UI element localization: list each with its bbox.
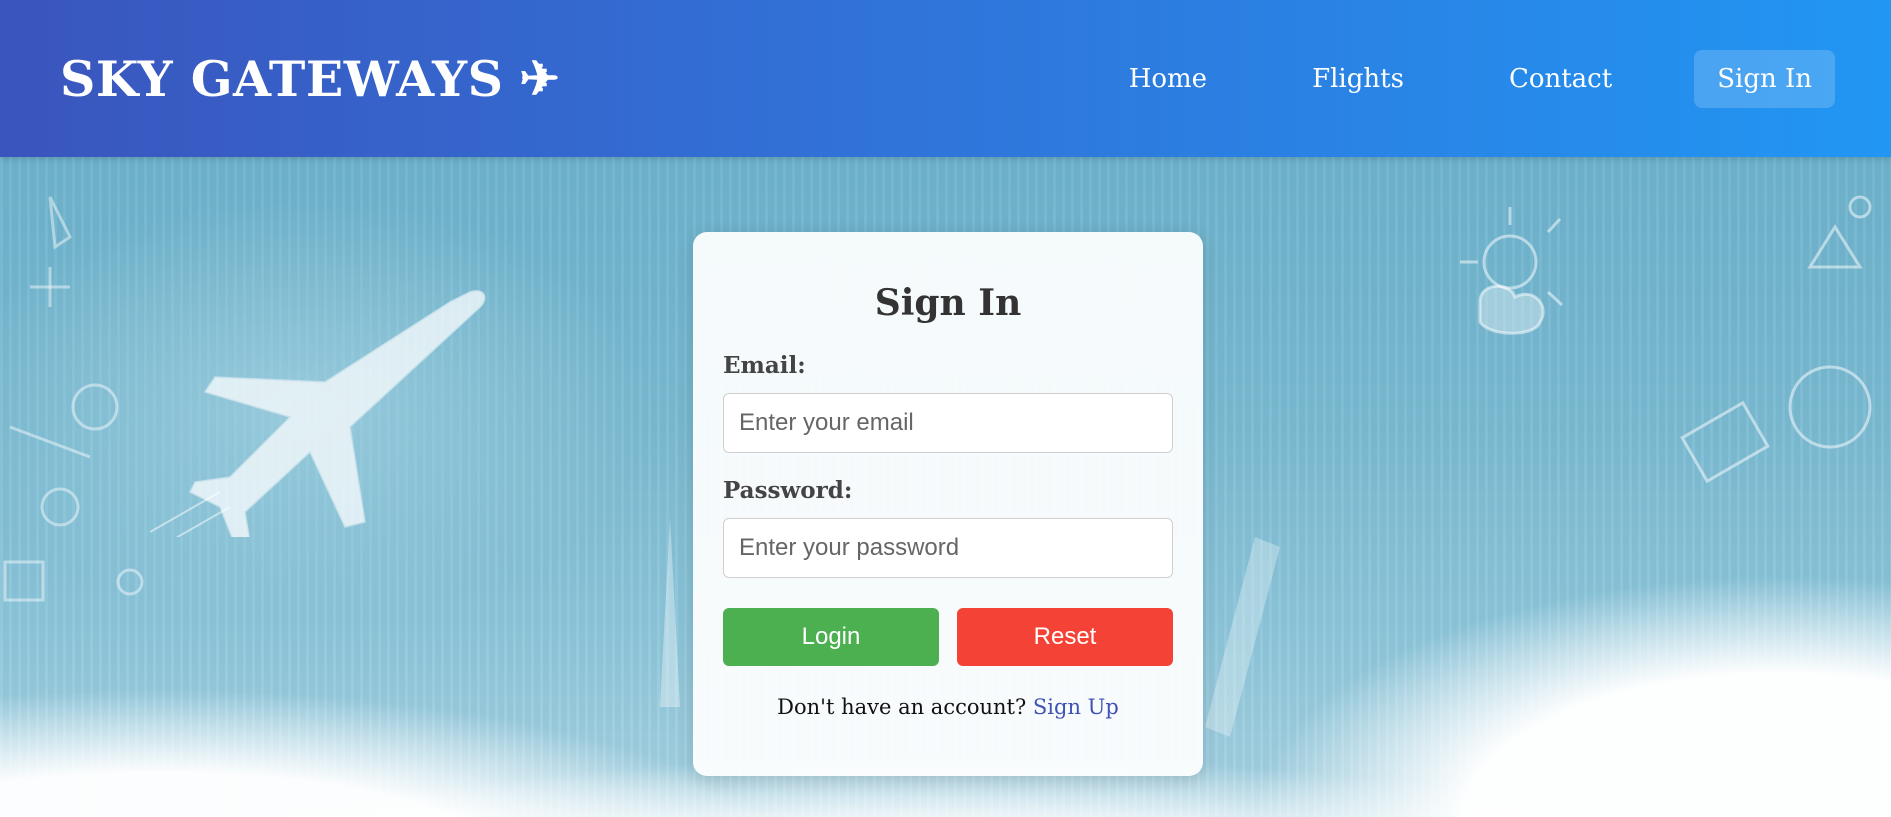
brand-name: SKY GATEWAYS	[60, 49, 504, 108]
nav-flights-link[interactable]: Flights	[1312, 64, 1404, 94]
site-header: SKY GATEWAYS ✈ Home Flights Contact Sign…	[0, 0, 1891, 157]
login-button[interactable]: Login	[723, 608, 939, 666]
brand-logo[interactable]: SKY GATEWAYS ✈	[60, 50, 560, 108]
signin-card: Sign In Email: Password: Login Reset Don…	[693, 232, 1203, 776]
doodles-right-icon	[1460, 195, 1872, 484]
password-label: Password:	[723, 477, 853, 504]
signup-prompt: Don't have an account? Sign Up	[723, 695, 1173, 719]
sketch-building-icon	[1205, 537, 1280, 737]
nav-home-link[interactable]: Home	[1129, 64, 1207, 94]
sketch-towers-icon	[660, 517, 680, 707]
airplane-icon: ✈	[519, 50, 561, 107]
password-input[interactable]	[723, 518, 1173, 578]
nav-contact-link[interactable]: Contact	[1509, 64, 1612, 94]
email-label: Email:	[723, 352, 806, 379]
doodles-left-icon	[3, 196, 144, 602]
signin-title: Sign In	[874, 282, 1022, 324]
signup-prompt-text: Don't have an account?	[777, 695, 1027, 719]
reset-button[interactable]: Reset	[957, 608, 1173, 666]
sketch-airplane-icon	[150, 290, 486, 537]
email-input[interactable]	[723, 393, 1173, 453]
form-actions: Login Reset	[723, 608, 1173, 666]
nav-signin-link[interactable]: Sign In	[1694, 49, 1835, 108]
main-nav: Home Flights Contact Sign In	[1129, 49, 1835, 108]
signup-link[interactable]: Sign Up	[1033, 695, 1119, 719]
